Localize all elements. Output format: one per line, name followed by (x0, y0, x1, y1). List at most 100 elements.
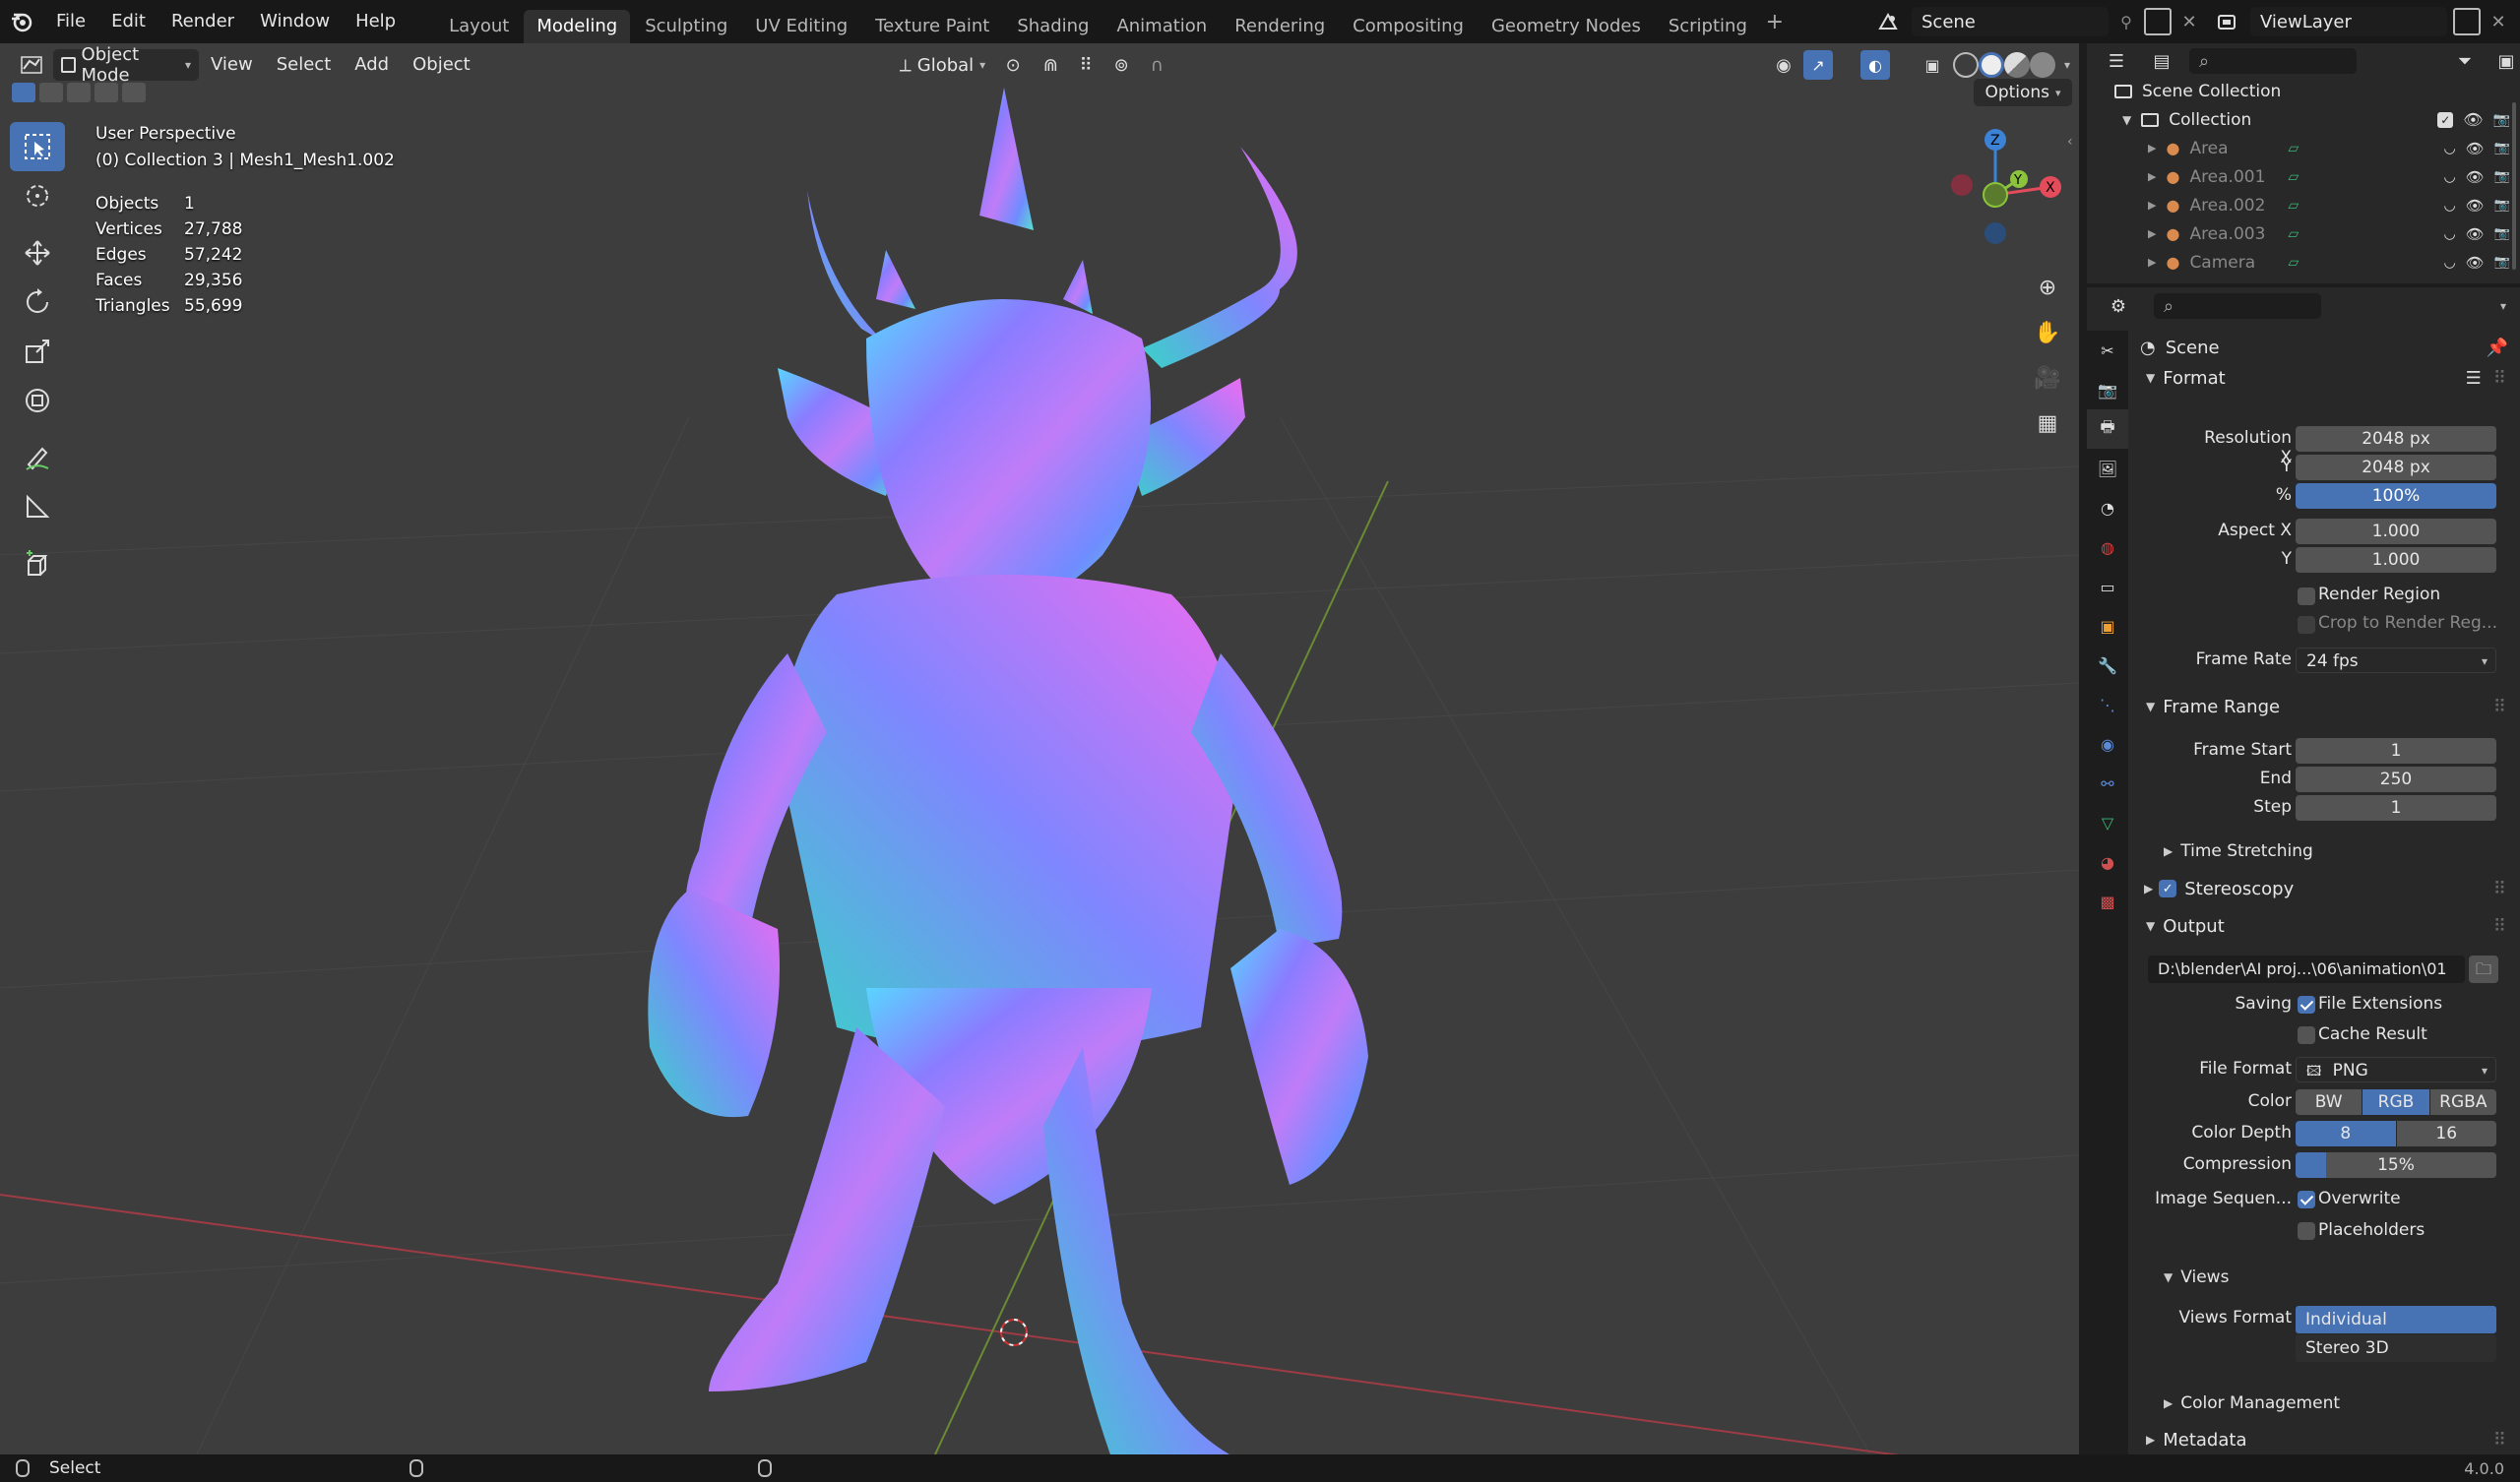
scene-selector[interactable]: Scene ⚲ ✕ (1870, 7, 2201, 36)
wireframe-shading-icon[interactable] (1953, 52, 1979, 78)
frame-rate-dropdown[interactable]: 24 fps ▾ (2296, 648, 2496, 673)
drag-handle-icon[interactable]: ⠿ (2493, 879, 2506, 899)
eye-icon[interactable]: 👁 (2463, 110, 2483, 129)
solid-shading-icon[interactable] (1979, 52, 2004, 78)
hide-toggle-icon[interactable]: ◡ (2444, 141, 2456, 156)
camera-icon[interactable]: 📷 (2494, 169, 2510, 184)
collection-tab-icon[interactable]: ▭ (2087, 567, 2128, 606)
orientation-dropdown[interactable]: ⟂ Global ▾ (892, 49, 993, 81)
visibility-icon[interactable]: ◉ (1764, 49, 1803, 81)
xray-icon[interactable]: ▣ (1918, 50, 1947, 80)
pivot-point-icon[interactable]: ⊙ (993, 49, 1033, 81)
view-layer-name-field[interactable]: ViewLayer (2250, 7, 2447, 36)
menu-select[interactable]: Select (265, 49, 344, 81)
compression-slider[interactable]: 15% (2296, 1152, 2496, 1178)
workspace-tab-compositing[interactable]: Compositing (1340, 10, 1477, 43)
workspace-tab-uv-editing[interactable]: UV Editing (742, 10, 860, 43)
constraints-tab-icon[interactable]: ⚯ (2087, 764, 2128, 803)
workspace-tab-layout[interactable]: Layout (436, 10, 522, 43)
options-button[interactable]: Options ▾ (1974, 79, 2072, 106)
stereoscopy-checkbox[interactable]: ✓ (2159, 880, 2177, 897)
cache-result-checkbox[interactable] (2298, 1026, 2315, 1044)
editor-type-icon[interactable] (10, 49, 53, 81)
camera-icon[interactable]: 📷 (2493, 112, 2510, 128)
hide-toggle-icon[interactable]: ◡ (2444, 198, 2456, 214)
menu-render[interactable]: Render (158, 0, 247, 43)
drag-handle-icon[interactable]: ⠿ (2493, 916, 2506, 937)
frame-range-panel-header[interactable]: ▼ Frame Range ⠿ (2138, 690, 2506, 723)
aspect-y-field[interactable]: 1.000 (2296, 547, 2496, 573)
render-region-checkbox[interactable] (2298, 587, 2315, 605)
menu-add[interactable]: Add (343, 49, 401, 81)
views-format-option[interactable]: Stereo 3D (2296, 1334, 2496, 1362)
menu-object[interactable]: Object (401, 49, 482, 81)
pin-icon[interactable]: ⚲ (2114, 13, 2138, 31)
outliner-item[interactable]: ▶ ● Area.001 ▱ ◡ 👁 📷 (2087, 162, 2520, 191)
snap-target-icon[interactable]: ⠿ (1068, 49, 1103, 81)
gizmo-toggle-icon[interactable]: ↗ (1803, 50, 1833, 80)
character-model[interactable] (648, 88, 1368, 1454)
resolution-percent-field[interactable]: 100% (2296, 483, 2496, 509)
light-data-icon[interactable]: ▱ (2288, 198, 2299, 214)
workspace-tab-geometry-nodes[interactable]: Geometry Nodes (1479, 10, 1654, 43)
scale-tool[interactable] (10, 327, 65, 376)
light-data-icon[interactable]: ▱ (2288, 169, 2299, 185)
new-collection-icon[interactable]: ▣ (2492, 51, 2520, 72)
views-subpanel-header[interactable]: ▼ Views (2156, 1261, 2506, 1294)
resolution-x-field[interactable]: 2048 px (2296, 426, 2496, 452)
outliner-item[interactable]: ▶ ● Area ▱ ◡ 👁 📷 (2087, 134, 2520, 162)
eye-icon[interactable]: 👁 (2466, 225, 2485, 243)
light-data-icon[interactable]: ▱ (2288, 141, 2299, 156)
snap-icon[interactable]: ⋒ (1033, 49, 1068, 81)
drag-handle-icon[interactable]: ⠿ (2493, 697, 2506, 717)
add-workspace-icon[interactable]: + (1760, 7, 1790, 36)
outliner-scene-collection[interactable]: Scene Collection (2087, 77, 2520, 105)
metadata-panel-header[interactable]: ▶ Metadata ⠿ (2138, 1423, 2506, 1456)
camera-icon[interactable]: 📷 (2494, 198, 2510, 213)
option-bw[interactable]: BW (2296, 1089, 2362, 1115)
render-tab-icon[interactable]: 📷 (2087, 370, 2128, 409)
falloff-icon[interactable]: ∩ (1139, 49, 1174, 81)
output-tab-icon[interactable]: 🖶 (2087, 409, 2128, 449)
workspace-tab-modeling[interactable]: Modeling (524, 10, 631, 43)
new-view-layer-icon[interactable] (2453, 8, 2481, 35)
expand-arrow-icon[interactable]: ▶ (2148, 227, 2156, 240)
crop-checkbox[interactable] (2298, 616, 2315, 634)
workspace-tab-sculpting[interactable]: Sculpting (632, 10, 740, 43)
navigation-gizmo[interactable]: Z Y X (1934, 124, 2062, 252)
workspace-tab-scripting[interactable]: Scripting (1656, 10, 1760, 43)
filter-icon[interactable]: ⏷ (2447, 51, 2483, 72)
select-extend-icon[interactable] (39, 83, 63, 102)
rendered-shading-icon[interactable] (2030, 52, 2055, 78)
eye-icon[interactable]: 👁 (2466, 197, 2485, 215)
expand-arrow-icon[interactable]: ▼ (2122, 113, 2131, 127)
sidebar-toggle-icon[interactable]: ‹ (2067, 134, 2073, 150)
select-subtract-icon[interactable] (67, 83, 91, 102)
menu-help[interactable]: Help (343, 0, 409, 43)
option-rgba[interactable]: RGBA (2429, 1089, 2496, 1115)
material-shading-icon[interactable] (2004, 52, 2030, 78)
outliner-item[interactable]: ▶ ● Camera ▱ ◡ 👁 📷 (2087, 248, 2520, 277)
zoom-icon[interactable]: ⊕ (2026, 266, 2069, 309)
eye-icon[interactable]: 👁 (2466, 254, 2485, 272)
scene-name-field[interactable]: Scene (1912, 7, 2109, 36)
rotate-tool[interactable] (10, 278, 65, 327)
aspect-x-field[interactable]: 1.000 (2296, 519, 2496, 544)
format-panel-header[interactable]: ▼ Format ☰ ⠿ (2138, 361, 2506, 395)
tool-tab-icon[interactable]: ✂ (2087, 331, 2128, 370)
material-tab-icon[interactable]: ◕ (2087, 842, 2128, 882)
particles-tab-icon[interactable]: ⋱ (2087, 685, 2128, 724)
include-checkbox[interactable]: ✓ (2437, 111, 2454, 128)
chevron-down-icon[interactable]: ▾ (2500, 299, 2506, 313)
select-invert-icon[interactable] (94, 83, 118, 102)
option-8[interactable]: 8 (2296, 1121, 2396, 1146)
menu-window[interactable]: Window (247, 0, 343, 43)
view-layer-selector[interactable]: ViewLayer ✕ (2209, 7, 2510, 36)
expand-arrow-icon[interactable]: ▶ (2148, 142, 2156, 154)
data-tab-icon[interactable]: ▽ (2087, 803, 2128, 842)
outliner-editor-icon[interactable]: ☰ (2099, 51, 2134, 72)
physics-tab-icon[interactable]: ◉ (2087, 724, 2128, 764)
workspace-tab-animation[interactable]: Animation (1103, 10, 1220, 43)
output-panel-header[interactable]: ▼ Output ⠿ (2138, 909, 2506, 943)
overwrite-checkbox[interactable] (2298, 1191, 2315, 1208)
